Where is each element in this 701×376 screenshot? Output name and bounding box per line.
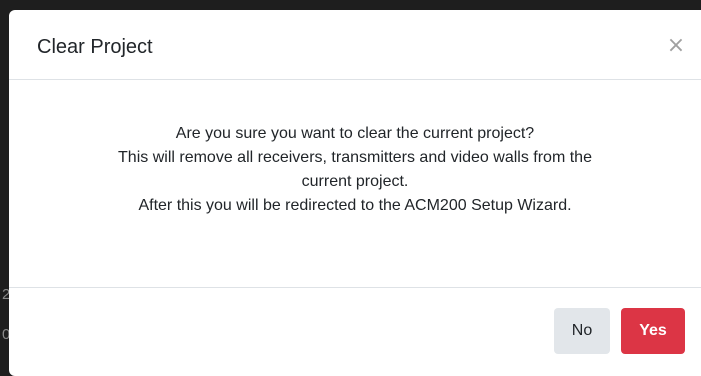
message-line: This will remove all receivers, transmit… [118, 149, 592, 166]
confirmation-message: Are you sure you want to clear the curre… [9, 122, 701, 218]
close-button[interactable]: × [664, 32, 688, 60]
dialog-header: Clear Project × [9, 10, 701, 80]
dialog-footer: No Yes [9, 288, 701, 376]
yes-button[interactable]: Yes [621, 308, 685, 354]
message-line: current project. [301, 173, 409, 190]
dialog-body: Are you sure you want to clear the curre… [9, 80, 701, 288]
no-button[interactable]: No [554, 308, 610, 354]
clear-project-dialog: Clear Project × Are you sure you want to… [9, 10, 701, 376]
close-icon: × [666, 33, 686, 58]
message-line: Are you sure you want to clear the curre… [175, 125, 535, 142]
message-line: After this you will be redirected to the… [138, 197, 572, 214]
dialog-title: Clear Project [37, 36, 153, 58]
